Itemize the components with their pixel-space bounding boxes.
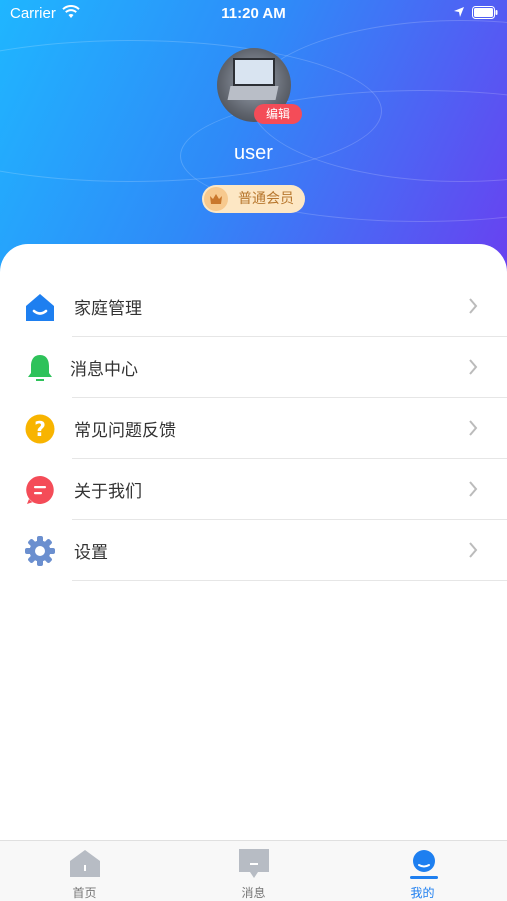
bell-icon	[24, 352, 56, 384]
menu-card: 家庭管理 消息中心 ? 常见问题反馈 关于我们 设置	[0, 244, 507, 844]
avatar-photo-laptop	[233, 58, 275, 86]
member-level-badge: 普通会员	[202, 185, 305, 213]
chevron-right-icon	[468, 542, 478, 562]
menu-item-settings[interactable]: 设置	[0, 520, 507, 581]
chevron-right-icon	[468, 481, 478, 501]
menu-item-label: 设置	[74, 543, 108, 563]
tab-home[interactable]: 首页	[0, 841, 169, 901]
profile-tab-icon	[410, 849, 438, 885]
svg-text:?: ?	[34, 417, 46, 441]
chevron-right-icon	[468, 359, 478, 379]
edit-avatar-button[interactable]: 编辑	[254, 104, 302, 124]
tab-label: 消息	[241, 886, 266, 900]
home-tab-icon	[70, 849, 100, 881]
menu-item-label: 家庭管理	[74, 299, 142, 319]
tab-bar: 首页 消息 我的	[0, 840, 507, 901]
gear-icon	[24, 535, 56, 567]
tab-label: 首页	[72, 886, 97, 900]
menu-item-about-us[interactable]: 关于我们	[0, 459, 507, 520]
status-time: 11:20 AM	[221, 5, 286, 22]
menu-item-label: 消息中心	[70, 360, 138, 380]
chat-icon	[24, 474, 56, 506]
tab-label: 我的	[410, 886, 435, 900]
status-bar: Carrier 11:20 AM	[0, 0, 507, 28]
divider	[72, 580, 507, 581]
battery-icon	[472, 6, 498, 23]
menu-item-message-center[interactable]: 消息中心	[0, 337, 507, 398]
username: user	[234, 142, 273, 164]
message-tab-icon	[239, 849, 269, 883]
chevron-right-icon	[468, 298, 478, 318]
location-arrow-icon	[453, 6, 465, 22]
avatar-photo-keyboard	[227, 86, 279, 100]
tab-profile[interactable]: 我的	[338, 841, 507, 901]
crown-icon	[204, 187, 228, 211]
menu-item-family-management[interactable]: 家庭管理	[0, 276, 507, 337]
tab-messages[interactable]: 消息	[169, 841, 338, 901]
member-level-label: 普通会员	[238, 191, 294, 207]
home-icon	[24, 291, 56, 323]
menu-item-faq-feedback[interactable]: ? 常见问题反馈	[0, 398, 507, 459]
menu-item-label: 常见问题反馈	[74, 421, 176, 441]
chevron-right-icon	[468, 420, 478, 440]
question-icon: ?	[24, 413, 56, 445]
menu-item-label: 关于我们	[74, 482, 142, 502]
